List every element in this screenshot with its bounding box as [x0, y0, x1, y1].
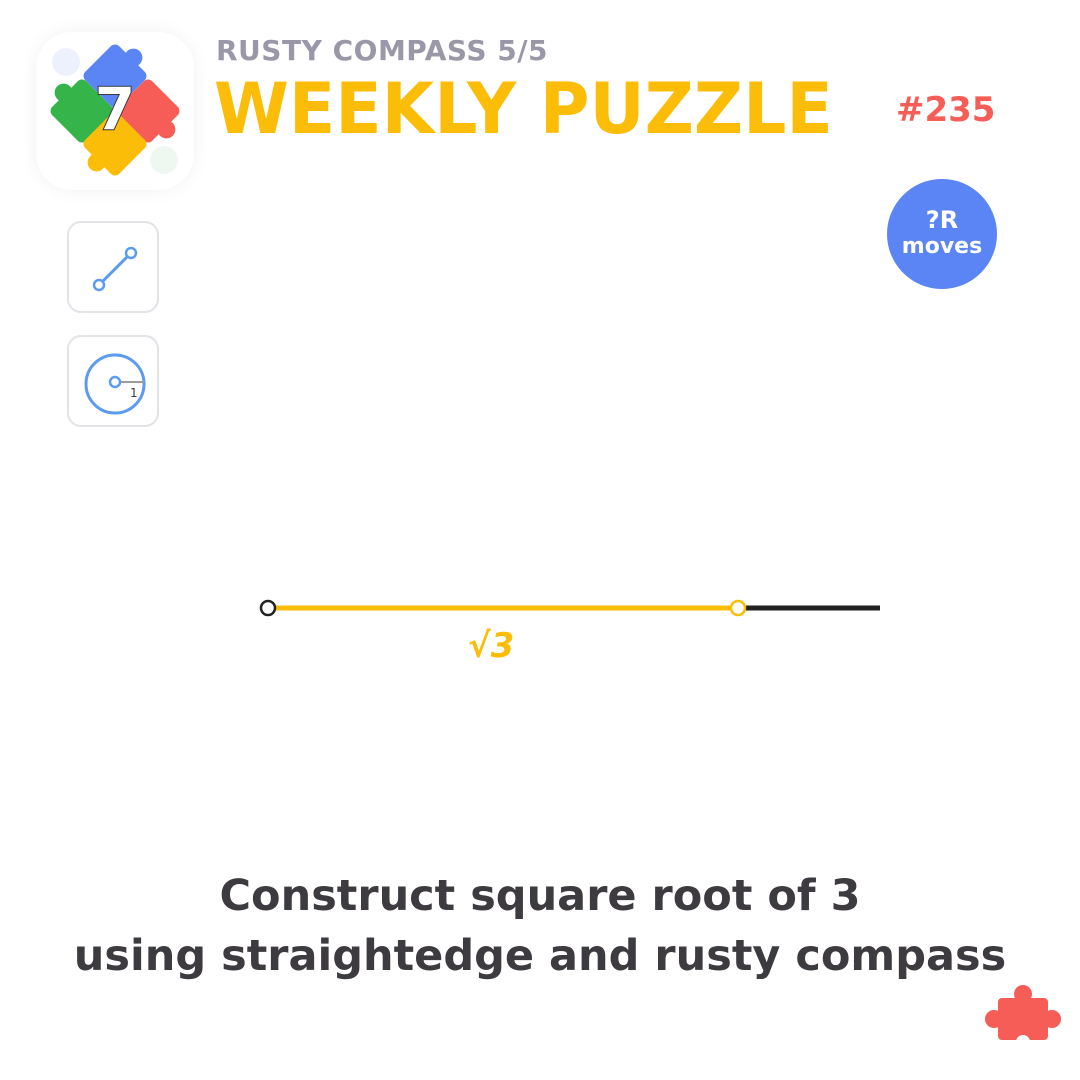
instructions-line-2: using straightedge and rusty compass	[73, 931, 1007, 981]
segment-length-label: √3	[468, 626, 515, 666]
puzzle-piece-icon	[985, 985, 1061, 1049]
end-point[interactable]	[729, 599, 747, 617]
instructions: Construct square root of 3 using straigh…	[0, 866, 1080, 986]
start-point[interactable]	[259, 599, 277, 617]
instructions-line-1: Construct square root of 3	[219, 871, 861, 921]
